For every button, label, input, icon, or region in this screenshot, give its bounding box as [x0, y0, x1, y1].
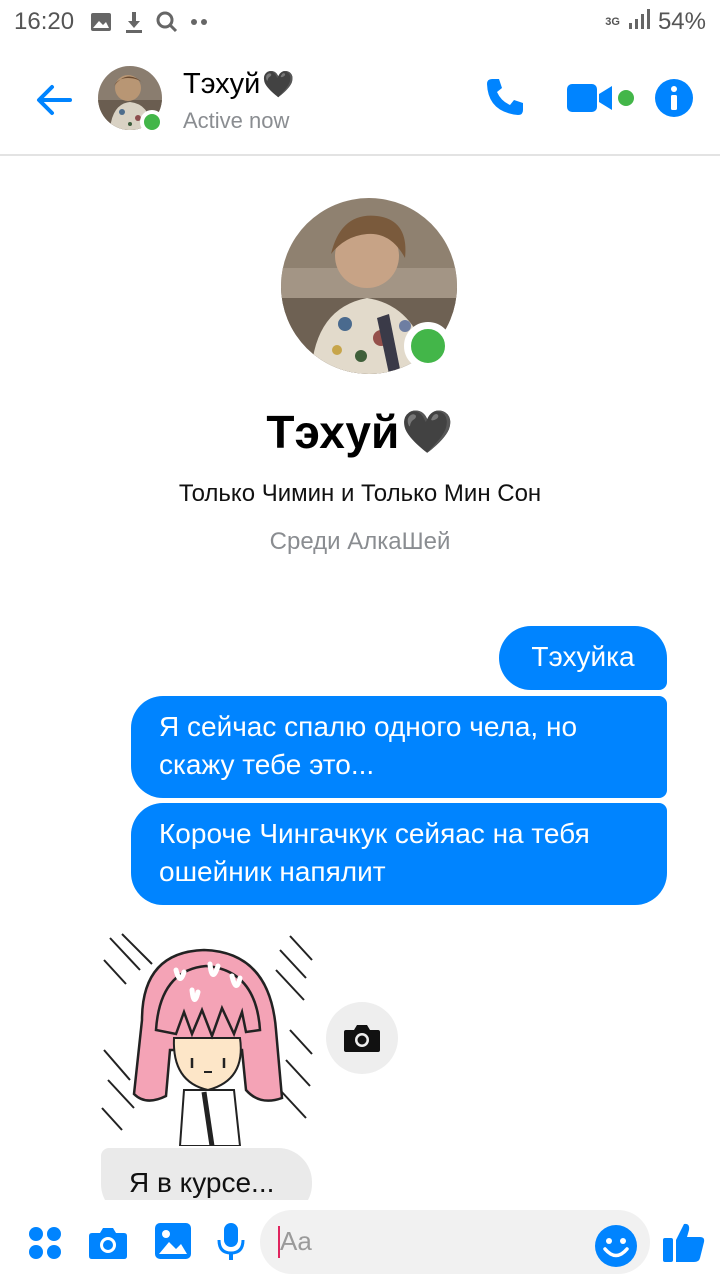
- profile-subtitle: Только Чимин и Только Мин Сон: [178, 480, 542, 507]
- signal-icon: [628, 8, 650, 37]
- video-camera-icon: [567, 84, 612, 112]
- voice-button[interactable]: [217, 1222, 245, 1262]
- camera-icon: [344, 1025, 380, 1052]
- emoji-button[interactable]: [594, 1224, 638, 1268]
- thumbs-up-icon: [663, 1223, 705, 1262]
- outgoing-message[interactable]: Короче Чингачкук сейяас на тебя ошейник …: [131, 803, 667, 905]
- profile-online-indicator: [404, 322, 452, 370]
- like-button[interactable]: [662, 1220, 706, 1264]
- microphone-icon: [217, 1223, 245, 1260]
- more-actions-button[interactable]: [28, 1226, 62, 1260]
- video-online-dot: [618, 90, 634, 106]
- search-icon: [156, 11, 178, 33]
- message-composer: Aa: [0, 1200, 720, 1280]
- message-placeholder: Aa: [280, 1226, 312, 1256]
- call-button[interactable]: [484, 76, 526, 118]
- info-button[interactable]: [654, 78, 694, 118]
- profile-group-info: Среди АлкаШей: [269, 528, 451, 555]
- active-status: Active now: [183, 108, 290, 133]
- download-icon: [124, 11, 144, 33]
- black-heart-icon: 🖤: [401, 407, 454, 455]
- sticker-pink-hair-girl[interactable]: [100, 930, 314, 1147]
- message-input[interactable]: Aa: [260, 1210, 650, 1274]
- gallery-icon: [90, 12, 112, 32]
- status-bar: 16:20 3G 54%: [0, 0, 720, 44]
- grid-dots-icon: [29, 1227, 61, 1259]
- back-button[interactable]: [34, 80, 74, 120]
- chat-header: Тэхуй 🖤 Active now: [0, 44, 720, 156]
- online-indicator: [140, 110, 164, 134]
- more-dots-icon: [190, 18, 210, 26]
- camera-button[interactable]: [88, 1224, 128, 1260]
- sticker-camera-button[interactable]: [326, 1002, 398, 1074]
- battery-level: 54%: [657, 8, 706, 35]
- contact-name[interactable]: Тэхуй 🖤: [183, 68, 295, 101]
- info-icon: [655, 79, 693, 117]
- outgoing-message[interactable]: Тэхуйка: [499, 626, 667, 690]
- image-icon: [155, 1223, 191, 1259]
- network-type: 3G: [605, 16, 620, 28]
- video-call-button[interactable]: [566, 80, 614, 116]
- smiley-icon: [595, 1225, 637, 1267]
- status-time: 16:20: [14, 8, 75, 35]
- profile-name: Тэхуй 🖤: [266, 406, 454, 458]
- gallery-button[interactable]: [154, 1222, 192, 1260]
- camera-icon: [89, 1228, 127, 1259]
- back-arrow-icon: [37, 85, 72, 115]
- outgoing-message[interactable]: Я сейчас спалю одного чела, но скажу теб…: [131, 696, 667, 798]
- phone-icon: [487, 79, 523, 115]
- black-heart-icon: 🖤: [262, 69, 295, 99]
